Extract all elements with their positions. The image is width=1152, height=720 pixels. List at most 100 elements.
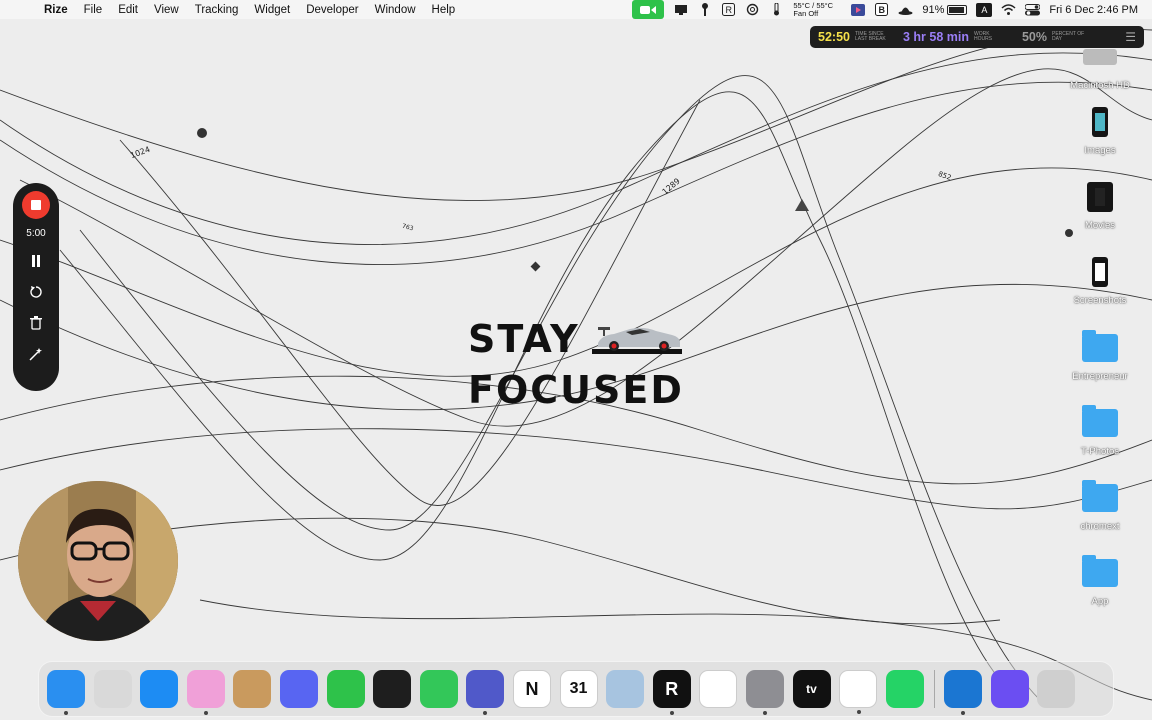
running-indicator <box>203 711 208 715</box>
menu-tracking[interactable]: Tracking <box>187 4 247 16</box>
work-hours-caption: WORK HOURS <box>973 30 993 42</box>
restart-button[interactable] <box>27 283 45 301</box>
menu-widget[interactable]: Widget <box>246 4 298 16</box>
desktop-item-screenshots[interactable]: Screenshots <box>1064 253 1136 306</box>
trash-icon[interactable] <box>1037 670 1076 708</box>
stop-button[interactable] <box>22 191 50 219</box>
wallpaper-title-line-1: STAY <box>468 317 580 361</box>
temperature-readout[interactable]: 55°C / 55°C Fan Off <box>793 1 841 18</box>
time-since-break: 52:50 TIME SINCE LAST BREAK <box>818 30 889 44</box>
menu-app-name[interactable]: Rize <box>36 4 76 16</box>
desktop-item-label: Movies <box>1084 220 1116 231</box>
display-icon[interactable] <box>673 3 688 16</box>
webcam-overlay[interactable] <box>18 481 178 641</box>
preview-icon[interactable] <box>606 670 645 708</box>
svg-text:R: R <box>726 5 733 15</box>
wifi-icon[interactable] <box>1001 3 1016 16</box>
menu-help[interactable]: Help <box>424 4 464 16</box>
dock-app-glyph: N <box>525 678 539 699</box>
desktop-item-entrepreneur[interactable]: Entrepreneur <box>1064 329 1136 382</box>
battery-icon <box>947 4 968 15</box>
slack-icon[interactable] <box>699 670 738 708</box>
notion-icon[interactable]: N <box>512 670 551 708</box>
focus-timer-widget: 5:00 <box>13 183 59 391</box>
teams-icon[interactable] <box>466 670 505 715</box>
running-indicator <box>669 711 674 715</box>
launchpad-icon[interactable] <box>93 670 132 708</box>
running-indicator <box>762 711 767 715</box>
celebrate-button[interactable] <box>27 345 45 363</box>
wallpaper-title: STAY FOCUSED <box>468 316 728 418</box>
openai-icon[interactable] <box>745 3 760 16</box>
running-indicator <box>483 711 488 715</box>
input-source-indicator[interactable]: A <box>976 2 993 17</box>
folder-icon <box>1081 404 1119 442</box>
menu-developer[interactable]: Developer <box>298 4 366 16</box>
battery-status[interactable]: 91% <box>922 4 968 16</box>
pin-icon[interactable] <box>697 3 712 16</box>
webcam-feed <box>18 481 178 641</box>
work-hours-value: 3 hr 58 min <box>902 30 969 44</box>
dock-app-glyph: R <box>665 678 679 699</box>
percent-of-day-value: 50% <box>1021 30 1048 44</box>
menu-bar-clock[interactable]: Fri 6 Dec 2:46 PM <box>1049 4 1138 16</box>
menu-window[interactable]: Window <box>367 4 424 16</box>
control-center-icon[interactable] <box>1025 3 1041 16</box>
xcode-icon[interactable] <box>944 670 983 715</box>
disk-icon <box>1081 38 1119 76</box>
dock: N 31 Rtv <box>38 661 1114 717</box>
thermometer-icon[interactable] <box>769 3 784 16</box>
desktop-item-macintosh-hd[interactable]: Macintosh HD <box>1064 38 1136 91</box>
discord-icon[interactable] <box>279 670 318 708</box>
menu-bar: Rize File Edit View Tracking Widget Deve… <box>0 0 1152 19</box>
messages-icon[interactable] <box>419 670 458 708</box>
rize-icon[interactable]: R <box>652 670 691 715</box>
desktop-item-app[interactable]: App <box>1064 554 1136 607</box>
wallpaper-title-line-2: FOCUSED <box>468 368 684 412</box>
desktop-item-label: App <box>1091 596 1109 607</box>
rize-status-icon[interactable]: R <box>721 3 736 16</box>
bartender-icon[interactable]: B <box>874 3 889 16</box>
apple-tv-icon[interactable]: tv <box>792 670 831 708</box>
app-store-icon[interactable] <box>140 670 179 708</box>
craft-icon[interactable] <box>186 670 225 715</box>
magic-wand-icon <box>29 348 42 361</box>
pause-button[interactable] <box>27 252 45 270</box>
perplexity-icon[interactable] <box>990 670 1029 708</box>
work-hours: 3 hr 58 min WORK HOURS <box>903 30 1008 44</box>
facetime-icon[interactable] <box>326 670 365 708</box>
hat-icon[interactable] <box>898 3 913 16</box>
screen-recorder-icon[interactable] <box>850 3 865 16</box>
calendar-icon[interactable]: 31 <box>559 670 598 708</box>
figma-icon[interactable] <box>373 670 412 708</box>
vscode-icon[interactable] <box>839 670 878 714</box>
running-indicator <box>64 711 68 715</box>
running-indicator <box>961 711 966 715</box>
desktop-item-t-photos[interactable]: T-Photos <box>1064 404 1136 457</box>
sports-car-icon <box>591 327 682 354</box>
phone-icon <box>1081 253 1119 291</box>
desktop-item-label: Entrepreneur <box>1072 371 1128 382</box>
pause-icon <box>32 255 40 267</box>
menu-file[interactable]: File <box>76 4 111 16</box>
menu-view[interactable]: View <box>146 4 187 16</box>
timer-countdown: 5:00 <box>26 228 46 239</box>
facetime-status-icon[interactable] <box>632 0 665 19</box>
folder-icon <box>1081 554 1119 592</box>
delete-button[interactable] <box>27 314 45 332</box>
contacts-icon[interactable] <box>233 670 272 708</box>
whatsapp-icon[interactable] <box>885 670 924 708</box>
desktop-item-images[interactable]: Images <box>1064 103 1136 156</box>
desktop-item-chromext[interactable]: chromext <box>1064 479 1136 532</box>
desktop-item-label: Macintosh HD <box>1070 80 1130 91</box>
finder-icon[interactable] <box>47 670 85 715</box>
menu-edit[interactable]: Edit <box>110 4 146 16</box>
desktop-item-movies[interactable]: Movies <box>1064 178 1136 231</box>
svg-text:B: B <box>879 5 886 15</box>
phone-icon <box>1081 103 1119 141</box>
system-settings-icon[interactable] <box>745 670 784 715</box>
desktop-item-label: chromext <box>1080 521 1120 532</box>
desktop-item-label: T-Photos <box>1080 446 1120 457</box>
dock-app-glyph: 31 <box>569 680 588 697</box>
desktop-item-label: Images <box>1084 145 1116 156</box>
